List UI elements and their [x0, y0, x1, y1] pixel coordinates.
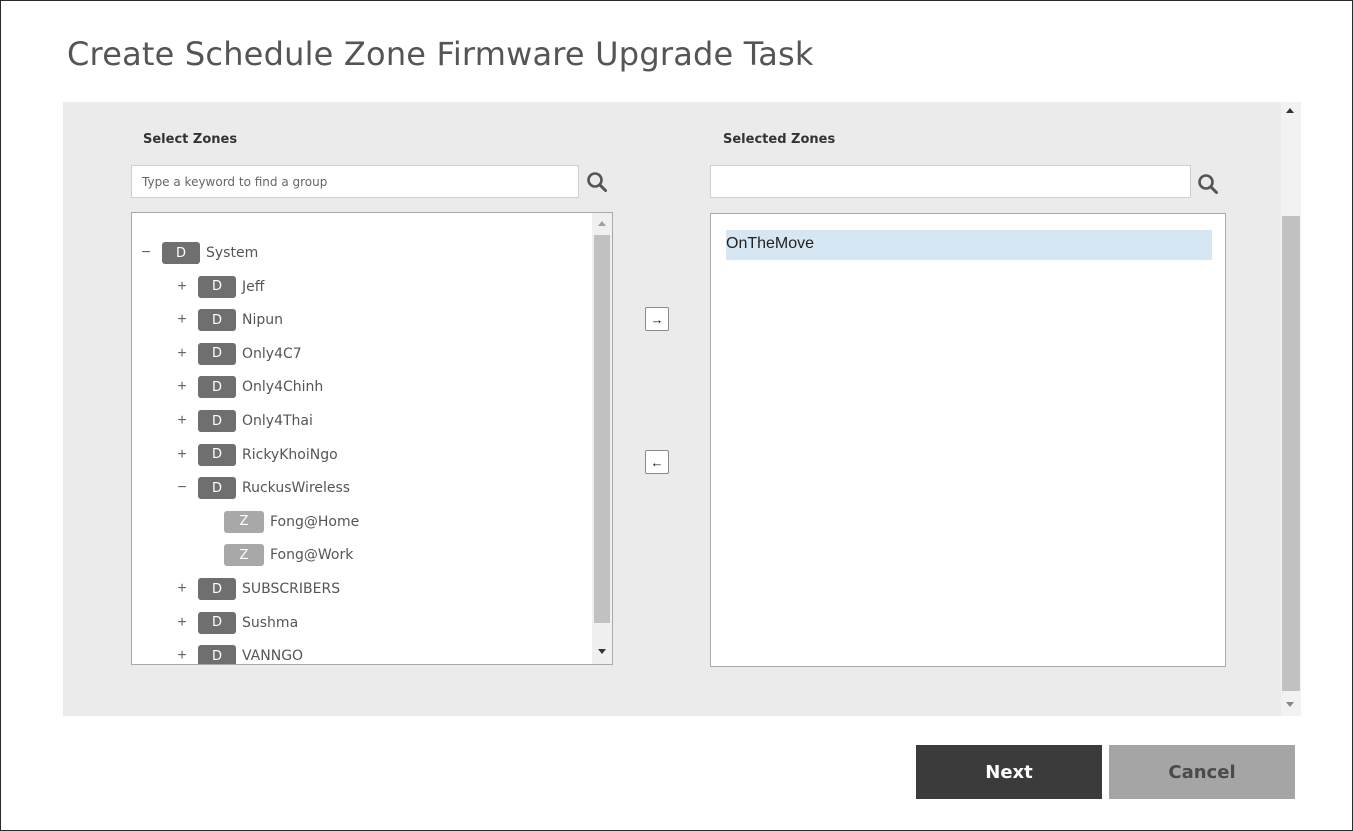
arrow-left-icon: ← — [650, 454, 664, 470]
expand-icon[interactable]: + — [176, 648, 188, 664]
tree-node[interactable]: + D Only4C7 — [176, 342, 302, 365]
selected-zones-label: Selected Zones — [723, 132, 836, 147]
tree-scrollbar[interactable] — [592, 213, 612, 664]
cancel-button[interactable]: Cancel — [1109, 745, 1295, 799]
tree-node[interactable]: + D Jeff — [176, 275, 265, 298]
tree-node[interactable]: + D Sushma — [176, 611, 299, 634]
dialog-title: Create Schedule Zone Firmware Upgrade Ta… — [67, 35, 814, 73]
tree-node[interactable]: + D RickyKhoiNgo — [176, 443, 338, 466]
tree-node[interactable]: + D Only4Thai — [176, 410, 313, 432]
next-button[interactable]: Next — [916, 745, 1102, 799]
dialog-scrollbar[interactable] — [1281, 102, 1301, 716]
expand-icon[interactable]: + — [176, 312, 188, 328]
arrow-right-icon: → — [650, 311, 664, 327]
domain-badge: D — [198, 275, 236, 298]
select-zones-label: Select Zones — [143, 132, 238, 147]
add-zone-button[interactable]: → — [645, 307, 669, 331]
domain-badge: D — [198, 443, 236, 466]
domain-badge: D — [198, 342, 236, 365]
expand-icon[interactable]: + — [176, 614, 188, 631]
tree-node[interactable]: + D Only4Chinh — [176, 376, 324, 399]
tree-scroll-up-icon[interactable] — [598, 221, 606, 226]
selected-zone-label: OnTheMove — [726, 235, 815, 252]
tree-node-label: Only4C7 — [242, 345, 302, 362]
tree-node-label: Jeff — [242, 278, 265, 295]
create-task-dialog: Create Schedule Zone Firmware Upgrade Ta… — [0, 0, 1353, 831]
domain-badge: D — [198, 410, 236, 432]
expand-icon[interactable]: + — [176, 345, 188, 362]
selected-search-icon[interactable] — [1197, 173, 1219, 195]
zone-badge: Z — [224, 544, 264, 567]
tree-node-label: Only4Thai — [242, 413, 313, 429]
tree-node-label: SUBSCRIBERS — [242, 581, 341, 597]
tree-node-label: RuckusWireless — [242, 480, 351, 497]
domain-badge: D — [198, 309, 236, 332]
selected-search-input[interactable] — [710, 165, 1191, 198]
selected-zones-list[interactable]: OnTheMove — [710, 213, 1226, 667]
tree-node-label: Fong@Work — [270, 547, 354, 564]
domain-badge: D — [198, 645, 236, 664]
expand-icon[interactable]: + — [176, 581, 188, 597]
tree-node[interactable]: Z Fong@Home — [224, 510, 360, 533]
expand-icon[interactable]: + — [176, 413, 188, 429]
tree-node[interactable]: − D RuckusWireless — [176, 477, 351, 500]
tree-node[interactable]: + D SUBSCRIBERS — [176, 578, 340, 600]
tree-node[interactable]: + D Nipun — [176, 309, 283, 332]
expand-icon[interactable]: + — [176, 379, 188, 395]
expand-icon[interactable]: + — [176, 278, 188, 295]
tree-node[interactable]: Z Fong@Work — [224, 544, 354, 567]
tree-node-label: System — [206, 245, 259, 261]
tree-node-label: Fong@Home — [270, 513, 360, 530]
expand-icon[interactable]: + — [176, 446, 188, 463]
tree-node-label: VANNGO — [242, 648, 304, 665]
tree-scroll-thumb[interactable] — [594, 235, 610, 623]
domain-badge: D — [198, 578, 236, 600]
domain-badge: D — [198, 376, 236, 399]
search-icon[interactable] — [586, 171, 608, 193]
remove-zone-button[interactable]: ← — [645, 450, 669, 474]
domain-badge: D — [198, 477, 236, 500]
collapse-icon[interactable]: − — [176, 480, 188, 496]
scroll-down-icon[interactable] — [1286, 702, 1294, 707]
domain-badge: D — [162, 242, 200, 264]
tree-node-label: RickyKhoiNgo — [242, 446, 338, 463]
tree-node-label: Sushma — [242, 614, 299, 631]
scroll-up-icon[interactable] — [1286, 108, 1294, 113]
collapse-icon[interactable]: − — [140, 245, 152, 261]
scroll-thumb[interactable] — [1282, 216, 1300, 691]
tree-node[interactable]: + D VANNGO — [176, 645, 304, 665]
selected-zone-item[interactable]: OnTheMove — [726, 230, 1212, 260]
zone-tree[interactable]: − D System + D Jeff + D Nipun + D Only4C7 + D Only4Chi… — [131, 212, 613, 665]
tree-node-label: Only4Chinh — [242, 379, 324, 396]
tree-scroll-down-icon[interactable] — [598, 649, 606, 654]
zone-badge: Z — [224, 510, 264, 533]
zone-search-input[interactable] — [131, 165, 579, 198]
tree-node-label: Nipun — [242, 312, 283, 329]
tree-node[interactable]: − D System — [140, 242, 258, 264]
domain-badge: D — [198, 611, 236, 634]
